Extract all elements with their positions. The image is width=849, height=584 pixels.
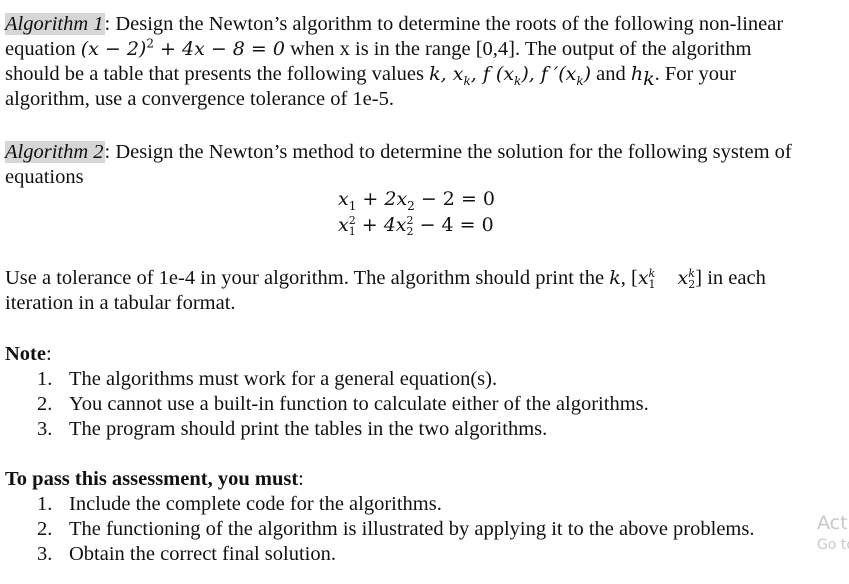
bracket: , [ (620, 267, 638, 289)
paren: ), (521, 63, 535, 85)
algorithm1-text: : Design the Newton’s algorithm to deter… (104, 13, 784, 35)
text: when x is in the range [0,4]. The output… (284, 38, 752, 60)
system-equation-1: x1 + 2x2 − 2 = 0 (338, 188, 495, 213)
item-number: 2. (37, 393, 53, 415)
paren: ) (583, 63, 592, 85)
eq-part: − 2 = 0 (414, 188, 495, 210)
algorithm1-line4: algorithm, use a convergence tolerance o… (5, 88, 394, 110)
equation-1: (x − 2)2 + 4x − 8 = 0 (81, 38, 285, 60)
subscript: k (463, 73, 471, 88)
eq-part: + 4x (355, 214, 407, 236)
subscript: k (643, 68, 655, 91)
var-f: f (x (482, 63, 515, 85)
eq-part: x (338, 214, 349, 236)
colon: : (45, 343, 52, 365)
algorithm2-line1: Algorithm 2: Design the Newton’s method … (5, 140, 792, 165)
values-list: k, xk, f (xk), f ′(xk) (429, 63, 592, 88)
algorithm2-text: : Design the Newton’s method to determin… (104, 141, 792, 163)
eq-part: x (338, 188, 349, 210)
text: . For your (654, 63, 737, 85)
note-item: 3. The program should print the tables in… (37, 417, 547, 442)
subscript: k (576, 73, 584, 88)
activation-watermark-title: Acti (817, 512, 849, 534)
item-text: You cannot use a built-in function to ca… (69, 393, 649, 415)
note-heading: Note: (5, 342, 52, 367)
note-item: 1. The algorithms must work for a general… (37, 367, 497, 392)
tolerance-line2: iteration in a tabular format. (5, 292, 236, 314)
text: in each (702, 267, 766, 289)
item-text: The algorithms must work for a general e… (69, 368, 498, 390)
note-item: 2. You cannot use a built-in function to … (37, 392, 649, 417)
text: and (591, 63, 631, 85)
requirement-item: 2. The functioning of the algorithm is il… (37, 517, 754, 542)
var-x2: x (677, 267, 689, 289)
subscript: 1 (648, 278, 656, 292)
var-k: k, (429, 63, 453, 85)
var-k: k (609, 267, 621, 289)
item-text: The program should print the tables in t… (69, 418, 548, 440)
eq-part: − 4 = 0 (413, 214, 494, 236)
eq-part: (x − 2) (80, 38, 147, 60)
item-text: Include the complete code for the algori… (69, 493, 442, 515)
var-h: h (630, 63, 644, 85)
algorithm1-line1: Algorithm 1: Design the Newton’s algorit… (5, 12, 783, 37)
eq-part: + 2x (356, 188, 408, 210)
item-number: 3. (37, 418, 53, 440)
algorithm1-line2: equation (x − 2)2 + 4x − 8 = 0 when x is… (5, 37, 751, 62)
system-equation-2: x21 + 4x 2 2 − 4 = 0 (338, 214, 494, 237)
item-text: The functioning of the algorithm is illu… (69, 518, 755, 540)
activation-watermark-subtitle: Go to (817, 537, 849, 553)
sup-sub: 21 (349, 215, 356, 237)
sup-sub: k1 (649, 268, 656, 290)
algorithm2-line2: equations (5, 166, 84, 188)
sep: , (470, 63, 483, 85)
item-number: 3. (37, 543, 53, 565)
var-fprime: f ′(x (534, 63, 577, 85)
item-number: 2. (37, 518, 53, 540)
sup-sub: 22 (407, 215, 414, 237)
requirements-heading: To pass this assessment, you must: (5, 467, 304, 492)
tolerance-line1: Use a tolerance of 1e-4 in your algorith… (5, 266, 766, 291)
eq-exponent: 2 (146, 36, 154, 51)
subscript: 2 (406, 225, 414, 238)
var-x1: x (637, 267, 649, 289)
requirement-item: 1. Include the complete code for the algo… (37, 492, 442, 517)
requirement-item: 3. Obtain the correct final solution. (37, 542, 336, 567)
text: Use a tolerance of 1e-4 in your algorith… (5, 267, 610, 289)
subscript: 1 (348, 225, 356, 238)
subscript: 2 (407, 198, 415, 213)
algorithm1-line3: should be a table that presents the foll… (5, 62, 737, 91)
text: should be a table that presents the foll… (5, 63, 430, 85)
eq-part: + 4x − 8 = 0 (154, 38, 285, 60)
var-xk: x (452, 63, 464, 85)
text: equation (5, 38, 81, 60)
item-number: 1. (37, 368, 53, 390)
colon: : (298, 468, 304, 490)
item-number: 1. (37, 493, 53, 515)
algorithm1-label: Algorithm 1 (5, 13, 105, 35)
note-title: Note (5, 343, 46, 365)
requirements-title: To pass this assessment, you must (5, 468, 299, 490)
algorithm2-label: Algorithm 2 (5, 141, 105, 163)
item-text: Obtain the correct final solution. (69, 543, 336, 565)
